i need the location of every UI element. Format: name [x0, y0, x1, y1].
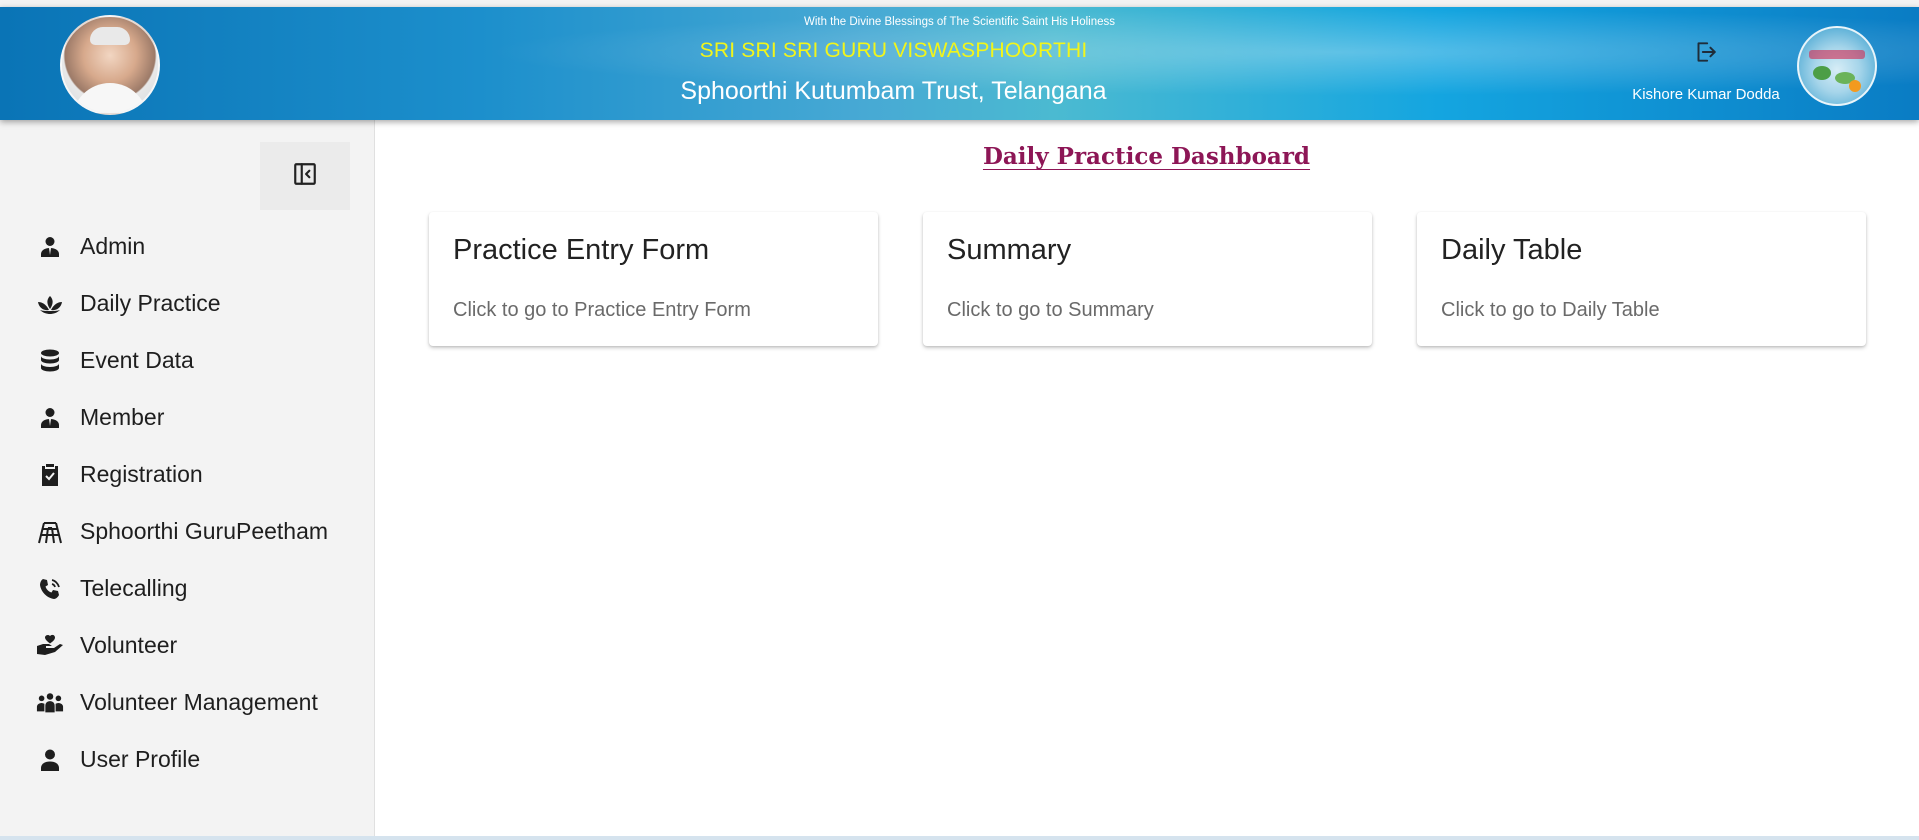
logout-icon[interactable]: [1692, 39, 1718, 65]
sidebar-item-event-data[interactable]: Event Data: [0, 332, 374, 389]
bottom-border: [0, 836, 1919, 840]
sidebar-item-label: Registration: [80, 461, 203, 487]
blessing-text: With the Divine Blessings of The Scienti…: [803, 16, 1116, 28]
sidebar-item-label: Sphoorthi GuruPeetham: [80, 518, 329, 544]
top-strip: [0, 0, 1919, 7]
collapse-sidebar-icon: [292, 161, 318, 192]
logo-band: [1809, 50, 1865, 59]
phone-icon: [36, 575, 64, 603]
sidebar-item-admin[interactable]: Admin: [0, 218, 374, 275]
logo-land: [1813, 66, 1831, 80]
admin-icon: [36, 233, 64, 261]
card-title: Daily Table: [1441, 234, 1583, 266]
card-summary[interactable]: Summary Click to go to Summary: [923, 212, 1372, 346]
page-title-text: Daily Practice Dashboard: [982, 143, 1311, 170]
member-icon: [36, 404, 64, 432]
sidebar-item-volunteer-management[interactable]: Volunteer Management: [0, 674, 374, 731]
temple-icon: [36, 518, 64, 546]
database-icon: [36, 347, 64, 375]
card-practice-entry-form[interactable]: Practice Entry Form Click to go to Pract…: [429, 212, 878, 346]
trust-name: Sphoorthi Kutumbam Trust, Telangana: [680, 77, 1107, 105]
logo-sun: [1849, 80, 1861, 92]
hand-heart-icon: [36, 632, 64, 660]
sidebar-item-daily-practice[interactable]: Daily Practice: [0, 275, 374, 332]
clipboard-check-icon: [36, 461, 64, 489]
lotus-icon: [36, 290, 64, 318]
card-title: Practice Entry Form: [453, 234, 710, 266]
people-group-icon: [36, 689, 64, 717]
sidebar-nav: Admin Daily Practice Event Data Member R…: [0, 218, 374, 788]
sidebar-item-label: User Profile: [80, 746, 201, 772]
sidebar-item-label: Volunteer: [80, 632, 178, 658]
card-title: Summary: [947, 234, 1072, 266]
sidebar-item-volunteer[interactable]: Volunteer: [0, 617, 374, 674]
sidebar-item-telecalling[interactable]: Telecalling: [0, 560, 374, 617]
page-title: Daily Practice Dashboard: [374, 143, 1919, 170]
sidebar-item-sphoorthi-gurupeetham[interactable]: Sphoorthi GuruPeetham: [0, 503, 374, 560]
sidebar-item-member[interactable]: Member: [0, 389, 374, 446]
trust-logo: [1797, 26, 1877, 106]
user-icon: [36, 746, 64, 774]
card-description: Click to go to Daily Table: [1441, 299, 1660, 321]
sidebar-item-label: Volunteer Management: [80, 689, 318, 715]
sidebar-item-registration[interactable]: Registration: [0, 446, 374, 503]
card-daily-table[interactable]: Daily Table Click to go to Daily Table: [1417, 212, 1866, 346]
sidebar-item-label: Telecalling: [80, 575, 188, 601]
user-name[interactable]: Kishore Kumar Dodda: [1622, 86, 1790, 103]
sidebar-item-user-profile[interactable]: User Profile: [0, 731, 374, 788]
sidebar-item-label: Member: [80, 404, 165, 430]
sidebar-item-label: Daily Practice: [80, 290, 221, 316]
sidebar-item-label: Event Data: [80, 347, 194, 373]
guru-title: SRI SRI SRI GURU VISWASPHOORTHI: [699, 39, 1088, 62]
sidebar: Admin Daily Practice Event Data Member R…: [0, 120, 375, 836]
collapse-sidebar-button[interactable]: [260, 142, 350, 210]
app-header: With the Divine Blessings of The Scienti…: [0, 7, 1919, 120]
card-description: Click to go to Summary: [947, 299, 1154, 321]
card-description: Click to go to Practice Entry Form: [453, 299, 751, 321]
sidebar-item-label: Admin: [80, 233, 146, 259]
